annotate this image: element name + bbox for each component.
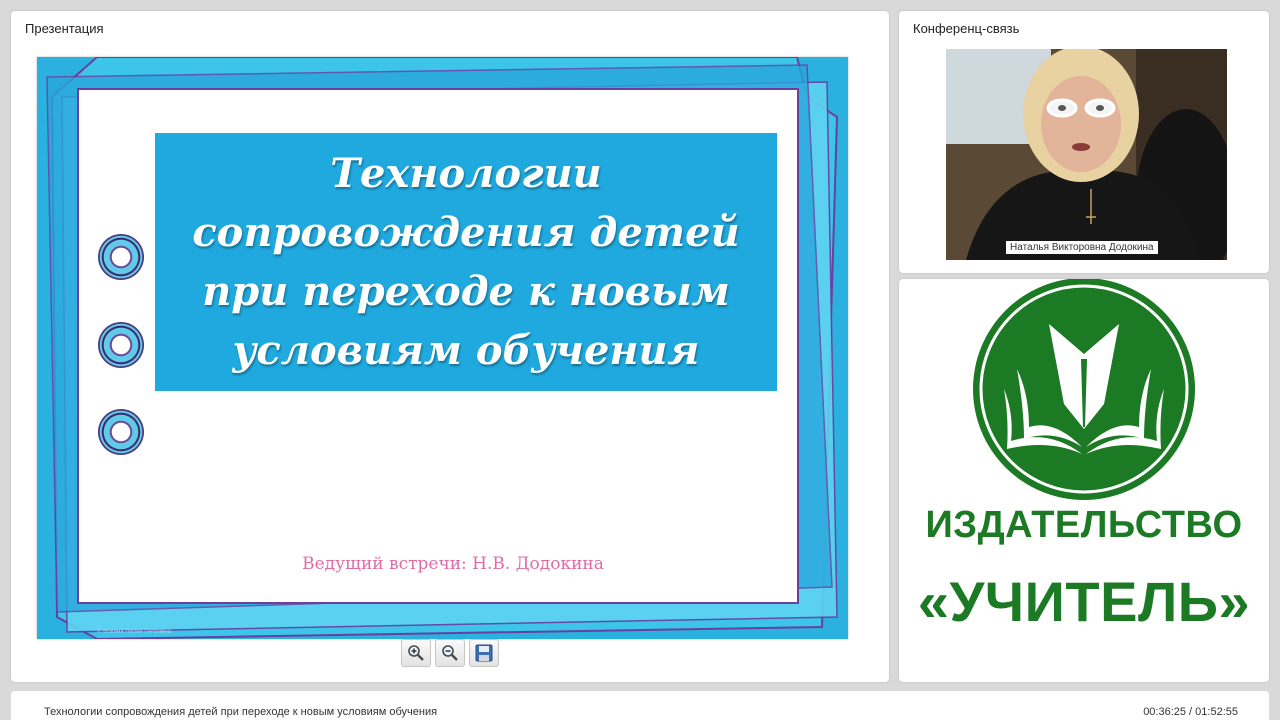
save-icon	[475, 644, 493, 662]
bottom-bar: Технологии сопровождения детей при перех…	[11, 691, 1269, 720]
presentation-slide: Технологии сопровождения детей при перех…	[37, 57, 848, 639]
conference-panel-title: Конференц-связь	[913, 21, 1020, 36]
playback-timer: 00:36:25 / 01:52:55	[1143, 706, 1238, 718]
publisher-logo-panel: ИЗДАТЕЛЬСТВО «УЧИТЕЛЬ»	[899, 279, 1269, 682]
zoom-in-button[interactable]	[401, 639, 431, 667]
publisher-book-logo-icon	[973, 279, 1195, 500]
zoom-in-icon	[408, 645, 424, 661]
slide-title-line: условиям обучения	[232, 327, 700, 374]
slide-title-box: Технологии сопровождения детей при перех…	[155, 133, 777, 391]
conference-panel: Конференц-связь Наталья Викторовна Додок…	[899, 11, 1269, 273]
save-button[interactable]	[469, 639, 499, 667]
ring-bullet-icon	[98, 234, 144, 280]
slide-host: Ведущий встречи: Н.В. Додокина	[302, 554, 604, 574]
publisher-name-line2: «УЧИТЕЛЬ»	[917, 570, 1251, 633]
zoom-out-button[interactable]	[435, 639, 465, 667]
presentation-panel: Презентация Технологии сопровождения дет…	[11, 11, 889, 682]
slide-title: Технологии сопровождения детей при перех…	[192, 144, 739, 380]
zoom-out-icon	[442, 645, 458, 661]
participant-video-frame	[946, 49, 1227, 260]
presentation-panel-title: Презентация	[25, 21, 104, 36]
participant-name-tag: Наталья Викторовна Додокина	[1006, 241, 1158, 254]
participant-video[interactable]: Наталья Викторовна Додокина	[946, 49, 1227, 260]
presentation-toolbar	[401, 639, 499, 667]
ring-bullet-icon	[98, 322, 144, 368]
publisher-name-line1: ИЗДАТЕЛЬСТВО	[925, 504, 1243, 546]
slide-title-line: сопровождения детей	[192, 209, 740, 256]
ring-bullet-icon	[98, 409, 144, 455]
slide-card: Технологии сопровождения детей при перех…	[77, 88, 799, 604]
lesson-title: Технологии сопровождения детей при перех…	[44, 706, 438, 718]
slide-footer: © Фокина Лилия Петровна	[97, 629, 172, 635]
slide-title-line: при переходе к новым	[202, 268, 730, 315]
slide-title-line: Технологии	[330, 150, 602, 197]
